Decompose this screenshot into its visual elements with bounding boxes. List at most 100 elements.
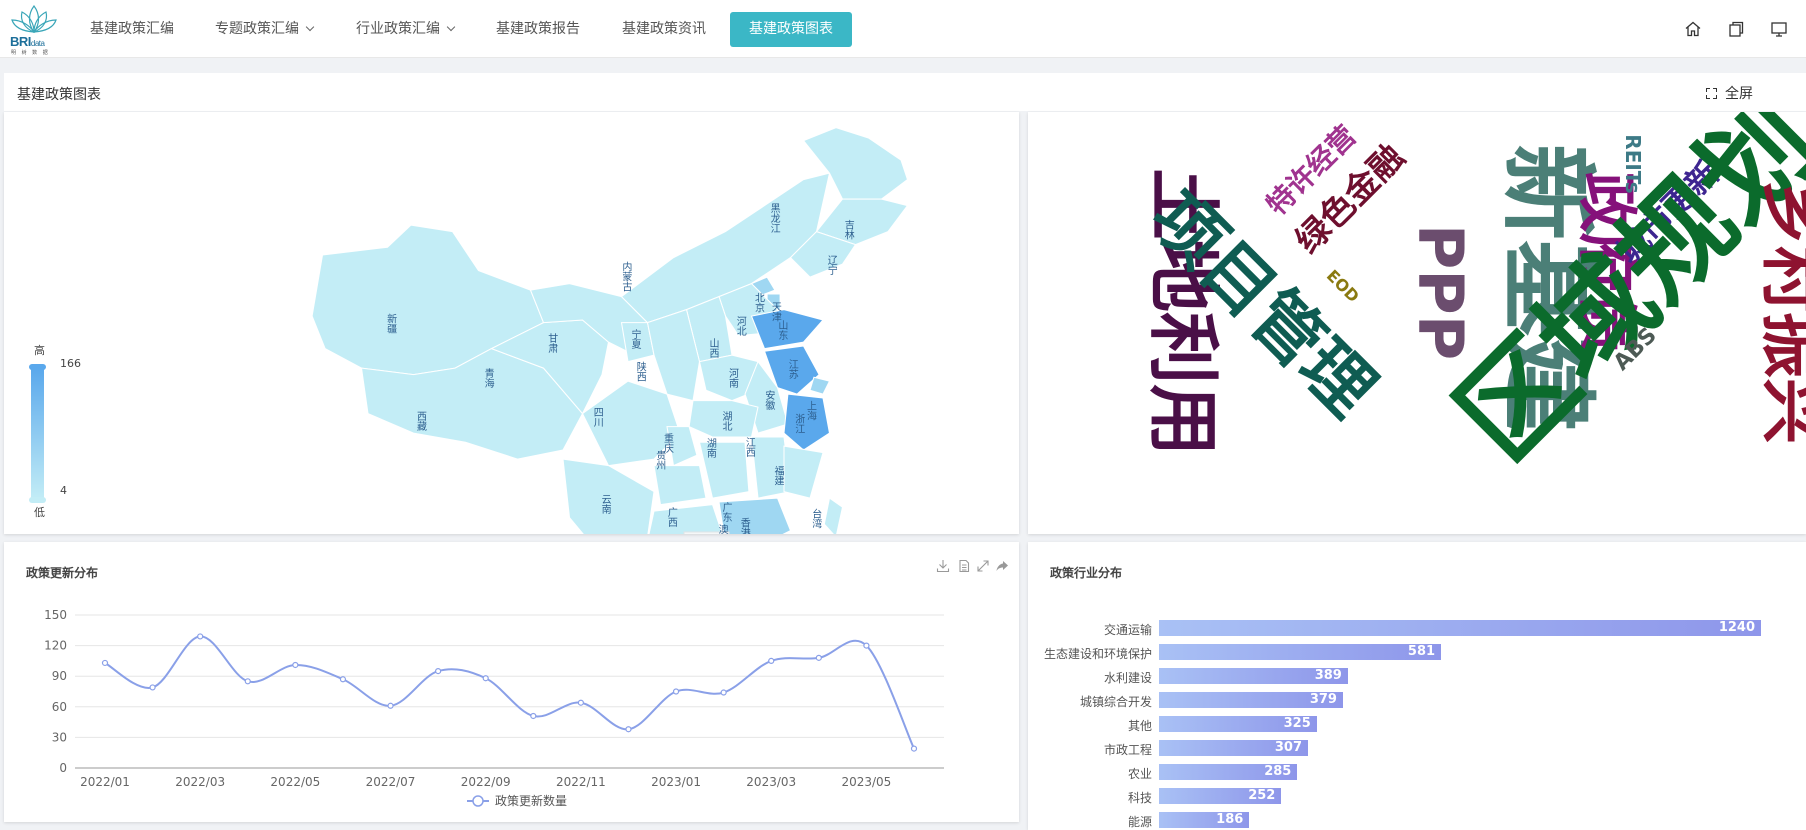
bar-category-label: 生态建设和环境保护 — [1043, 647, 1152, 661]
province-label: 吉林 — [842, 220, 854, 241]
bar-category-label: 其他 — [1127, 719, 1152, 733]
data-point[interactable] — [577, 699, 584, 706]
province-28[interactable] — [648, 504, 726, 534]
legend-marker[interactable] — [472, 795, 484, 807]
monitor-icon[interactable] — [1770, 20, 1788, 38]
legend-handle-bottom[interactable] — [29, 497, 46, 503]
y-tick-label: 60 — [52, 700, 67, 714]
province-26[interactable] — [653, 465, 707, 506]
nav-item-policy-report[interactable]: 基建政策报告 — [496, 0, 580, 58]
wordcloud-card: 土地利用 项目管理 特许经营 绿色金融 EOD PPP 新基建 政府债 REIT… — [1028, 112, 1806, 534]
bar[interactable]: 186 — [1159, 812, 1250, 828]
data-point[interactable] — [339, 676, 347, 683]
data-point[interactable] — [244, 678, 251, 685]
province-label: 澳门 — [716, 523, 728, 534]
x-tick-label: 2022/05 — [270, 775, 320, 789]
province-label: 河南 — [727, 368, 739, 388]
province-label: 河北 — [734, 316, 746, 336]
province-label: 新疆 — [385, 312, 397, 334]
nav-item-topic-policy[interactable]: 专题政策汇编 — [215, 0, 315, 58]
data-point[interactable] — [863, 642, 870, 649]
data-point[interactable] — [101, 659, 109, 667]
brand-logo[interactable]: BRIdata 明 树 数 据 — [10, 4, 58, 56]
data-point[interactable] — [435, 668, 442, 675]
data-point[interactable] — [910, 745, 918, 752]
province-label: 山东 — [776, 320, 788, 340]
nav-label: 基建政策资讯 — [622, 21, 706, 37]
province-label: 台湾 — [810, 507, 822, 529]
china-map[interactable]: 新疆西藏青海甘肃内蒙古黑龙江 吉林辽宁北京 天津河北山西宁夏陕西 河南山东江苏安徽上海… — [4, 112, 1019, 534]
bar-chart-title: 政策行业分布 — [1050, 566, 1123, 580]
data-view-icon[interactable] — [957, 559, 971, 573]
word-cloud-word[interactable]: PPP — [1404, 224, 1477, 360]
data-point[interactable] — [197, 633, 204, 640]
province-label: 湖北 — [720, 411, 732, 431]
province-label: 贵州 — [654, 449, 666, 470]
bar-chart-card: 政策行业分布 交通运输 1240 生态建设和环境保护 581 水利建设 389 城镇综合开发… — [1028, 542, 1806, 830]
province-label: 江西 — [743, 437, 755, 457]
nav-item-policy-news[interactable]: 基建政策资讯 — [622, 0, 706, 58]
province-label: 内蒙古 — [620, 260, 632, 292]
y-tick-label: 0 — [59, 761, 67, 775]
province-15[interactable] — [750, 309, 824, 350]
province-label: 安徽 — [763, 389, 775, 411]
data-point[interactable] — [530, 712, 537, 720]
data-point[interactable] — [672, 688, 680, 695]
fullscreen-label: 全屏 — [1725, 86, 1753, 102]
bar-category-label: 城镇综合开发 — [1079, 695, 1152, 709]
x-tick-label: 2023/05 — [841, 775, 891, 789]
data-point[interactable] — [768, 657, 775, 665]
bar-value-label: 581 — [1407, 644, 1436, 659]
word-cloud-word[interactable]: 乡村振兴 — [1754, 180, 1806, 444]
bar[interactable]: 379 — [1159, 692, 1343, 708]
data-point[interactable] — [292, 661, 299, 669]
page-title: 基建政策图表 — [17, 87, 101, 103]
bar[interactable]: 389 — [1159, 668, 1348, 684]
legend-low-label: 低 — [34, 506, 45, 519]
data-point[interactable] — [720, 689, 727, 696]
province-25[interactable] — [783, 445, 824, 499]
x-tick-label: 2023/01 — [651, 775, 701, 789]
province-label: 上海 — [805, 400, 817, 421]
top-nav: BRIdata 明 树 数 据 基建政策汇编 专题政策汇编 行业政策汇编 基建政… — [0, 0, 1806, 58]
download-icon[interactable] — [936, 559, 950, 573]
province-32[interactable] — [823, 497, 844, 534]
home-icon[interactable] — [1684, 20, 1702, 38]
bar[interactable]: 1240 — [1159, 620, 1761, 636]
nav-item-policy-charts[interactable]: 基建政策图表 — [730, 12, 852, 47]
x-tick-label: 2023/03 — [746, 775, 796, 789]
data-point[interactable] — [815, 654, 822, 661]
province-label: 黑龙江 — [768, 203, 780, 233]
word-cloud-word[interactable]: EOD — [1323, 266, 1363, 306]
data-point[interactable] — [149, 684, 156, 691]
x-tick-label: 2022/01 — [80, 775, 130, 789]
y-tick-label: 150 — [44, 608, 67, 622]
bar-value-label: 379 — [1309, 692, 1337, 707]
share-icon[interactable] — [995, 559, 1009, 573]
chevron-down-icon — [305, 22, 315, 32]
bar[interactable]: 325 — [1159, 716, 1317, 732]
data-point[interactable] — [625, 726, 632, 733]
province-18[interactable] — [809, 376, 831, 395]
word-cloud: 土地利用 项目管理 特许经营 绿色金融 EOD PPP 新基建 政府债 REIT… — [1135, 112, 1806, 484]
legend-label[interactable]: 政策更新数量 — [495, 793, 567, 808]
zoom-icon[interactable] — [976, 559, 990, 573]
bar[interactable]: 307 — [1159, 740, 1309, 756]
nav-item-policy-compilation[interactable]: 基建政策汇编 — [90, 0, 174, 58]
data-point[interactable] — [482, 675, 489, 682]
data-point[interactable] — [387, 702, 394, 709]
logo-subtitle: 明 树 数 据 — [11, 50, 50, 56]
bar[interactable]: 581 — [1159, 644, 1442, 660]
nav-item-industry-policy[interactable]: 行业政策汇编 — [356, 0, 456, 58]
province-label: 青海 — [482, 367, 494, 389]
x-tick-label: 2022/11 — [556, 775, 606, 789]
province-label: 甘肃 — [546, 332, 558, 354]
fullscreen-button[interactable]: 全屏 — [1706, 83, 1753, 103]
word-cloud-word[interactable]: 区域规划 — [1433, 112, 1806, 484]
bar[interactable]: 285 — [1159, 764, 1298, 780]
bar-value-label: 325 — [1283, 716, 1311, 731]
copy-icon[interactable] — [1727, 20, 1745, 38]
legend-gradient-bar[interactable] — [31, 368, 44, 500]
bar[interactable]: 252 — [1159, 788, 1282, 804]
province-label: 广西 — [665, 507, 677, 527]
